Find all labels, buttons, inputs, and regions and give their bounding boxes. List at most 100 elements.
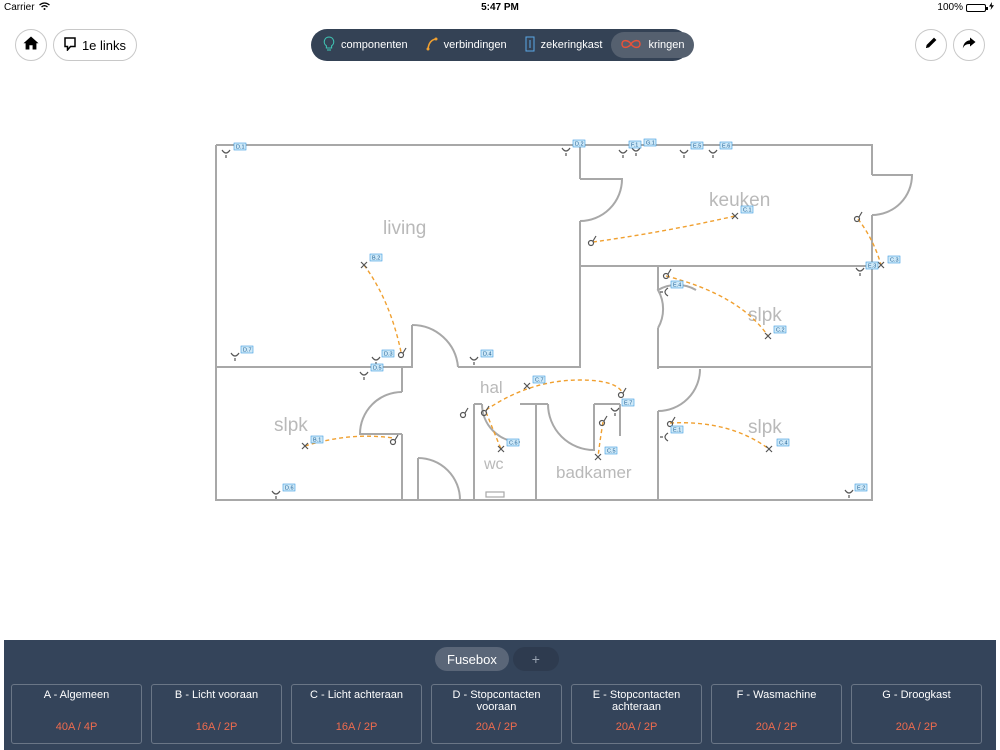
clock: 5:47 PM [481, 2, 519, 13]
lightbulb-icon [323, 35, 335, 55]
fuse-group-c[interactable]: C - Licht achteraan 16A / 2P [291, 684, 422, 744]
fuse-group-rating: 40A / 4P [55, 721, 98, 733]
add-fusebox-button[interactable]: + [512, 647, 559, 671]
tag-c3: C.3 [887, 255, 901, 264]
fuse-group-name: D - Stopcontacten vooraan [452, 689, 541, 713]
svg-text:D.1: D.1 [236, 145, 245, 151]
tag-c7: C.7 [532, 375, 546, 384]
svg-text:D.4: D.4 [483, 352, 492, 358]
fuse-group-rating: 20A / 2P [615, 721, 658, 733]
connection-c5 [597, 421, 604, 458]
floor-selector-button[interactable]: 1e links [53, 29, 137, 61]
socket-g1 [631, 147, 641, 156]
floorplan-icon [64, 36, 76, 54]
fuse-group-a[interactable]: A - Algemeen 40A / 4P [11, 684, 142, 744]
tag-e1: E.1 [670, 425, 684, 434]
tag-c5: C.5 [604, 446, 618, 455]
svg-text:D.6: D.6 [285, 486, 294, 492]
fuse-group-d[interactable]: D - Stopcontacten vooraan 20A / 2P [431, 684, 562, 744]
svg-text:E.6: E.6 [722, 144, 730, 150]
tag-c6: C.6 [506, 438, 520, 447]
socket-d2 [561, 147, 571, 156]
room-label-wc: wc [483, 456, 504, 473]
socket-d5 [359, 371, 369, 380]
tag-c2: C.2 [773, 325, 787, 334]
light-point-b2 [360, 261, 368, 269]
mode-selector: componenten verbindingen zekeringkast kr… [311, 29, 694, 61]
socket-e7 [610, 407, 620, 416]
svg-text:E.5: E.5 [693, 144, 701, 150]
wire-icon [426, 37, 438, 54]
tag-d4: D.4 [480, 349, 494, 358]
fuse-group-g[interactable]: G - Droogkast 20A / 2P [851, 684, 982, 744]
infinity-icon [620, 39, 642, 52]
tag-c4: C.4 [776, 438, 790, 447]
tag-f1: F.1 [628, 140, 642, 149]
battery-icon [966, 3, 988, 12]
fusebox-icon [525, 36, 535, 55]
tag-e5: E.5 [690, 141, 704, 150]
room-label-slpk: slpk [748, 417, 782, 438]
status-bar: Carrier 5:47 PM 100% [0, 0, 1000, 16]
fuse-group-name: C - Licht achteraan [310, 689, 403, 701]
light-point-c7 [523, 382, 531, 390]
light-point-c6 [497, 445, 505, 453]
socket-e5 [679, 149, 689, 158]
svg-text:E.4: E.4 [673, 283, 681, 289]
fusebox-tab[interactable]: Fusebox [435, 647, 509, 671]
fuse-group-e[interactable]: E - Stopcontacten achteraan 20A / 2P [571, 684, 702, 744]
doors [358, 174, 914, 501]
floor-plan[interactable]: living keuken slpk slpk hal slpk wc badk… [0, 120, 1000, 520]
svg-text:E.1: E.1 [673, 428, 681, 434]
home-button[interactable] [15, 29, 47, 61]
charging-icon [989, 2, 994, 13]
tag-d6: D.6 [282, 483, 296, 492]
socket-e2 [844, 489, 854, 498]
tag-e6: E.6 [719, 141, 733, 150]
tag-e4: E.4 [670, 280, 684, 289]
connection-c3 [857, 218, 882, 266]
socket-d1 [221, 149, 231, 158]
connection-c7 [485, 379, 623, 411]
svg-text:D.3: D.3 [384, 352, 393, 358]
fuse-group-name: G - Droogkast [882, 689, 951, 701]
tag-b2: B.2 [369, 253, 383, 262]
fuse-group-name: B - Licht vooraan [174, 689, 259, 701]
fuse-group-name: E - Stopcontacten achteraan [592, 689, 681, 713]
share-button[interactable] [953, 29, 985, 61]
mode-verbindingen[interactable]: verbindingen [417, 32, 516, 58]
svg-text:G.1: G.1 [646, 141, 655, 147]
fuse-group-rating: 20A / 2P [895, 721, 938, 733]
mode-zekeringkast[interactable]: zekeringkast [516, 32, 612, 58]
mode-componenten[interactable]: componenten [314, 32, 417, 58]
svg-text:C.2: C.2 [776, 328, 785, 334]
fuse-group-f[interactable]: F - Wasmachine 20A / 2P [711, 684, 842, 744]
light-point-c2 [764, 332, 772, 340]
tag-c1: C.1 [740, 205, 754, 214]
home-icon [23, 36, 39, 55]
wc-fixture [485, 491, 505, 498]
battery-percentage: 100% [937, 2, 963, 13]
tag-e3: E.3 [865, 261, 879, 270]
switch-living [397, 347, 407, 359]
edit-button[interactable] [915, 29, 947, 61]
tag-d2: D.2 [572, 139, 586, 148]
tag-d1: D.1 [233, 142, 247, 151]
tag-d7: D.7 [240, 345, 254, 354]
svg-text:D.7: D.7 [243, 348, 252, 354]
fuse-group-rating: 20A / 2P [755, 721, 798, 733]
tag-g1: G.1 [643, 138, 657, 147]
mode-kringen[interactable]: kringen [611, 32, 694, 58]
switch-keuken [587, 235, 597, 247]
room-label-badkamer: badkamer [556, 463, 632, 482]
connection-c1 [592, 215, 736, 243]
fuse-group-name: A - Algemeen [43, 689, 110, 701]
room-label-keuken: keuken [709, 190, 770, 211]
svg-text:D.2: D.2 [575, 142, 584, 148]
fuse-group-b[interactable]: B - Licht vooraan 16A / 2P [151, 684, 282, 744]
floor-selector-label: 1e links [81, 37, 127, 53]
fuse-group-name: F - Wasmachine [736, 689, 817, 701]
socket-e3 [855, 267, 865, 276]
switch-hal-1 [459, 407, 469, 419]
room-label-slpk: slpk [748, 305, 782, 326]
